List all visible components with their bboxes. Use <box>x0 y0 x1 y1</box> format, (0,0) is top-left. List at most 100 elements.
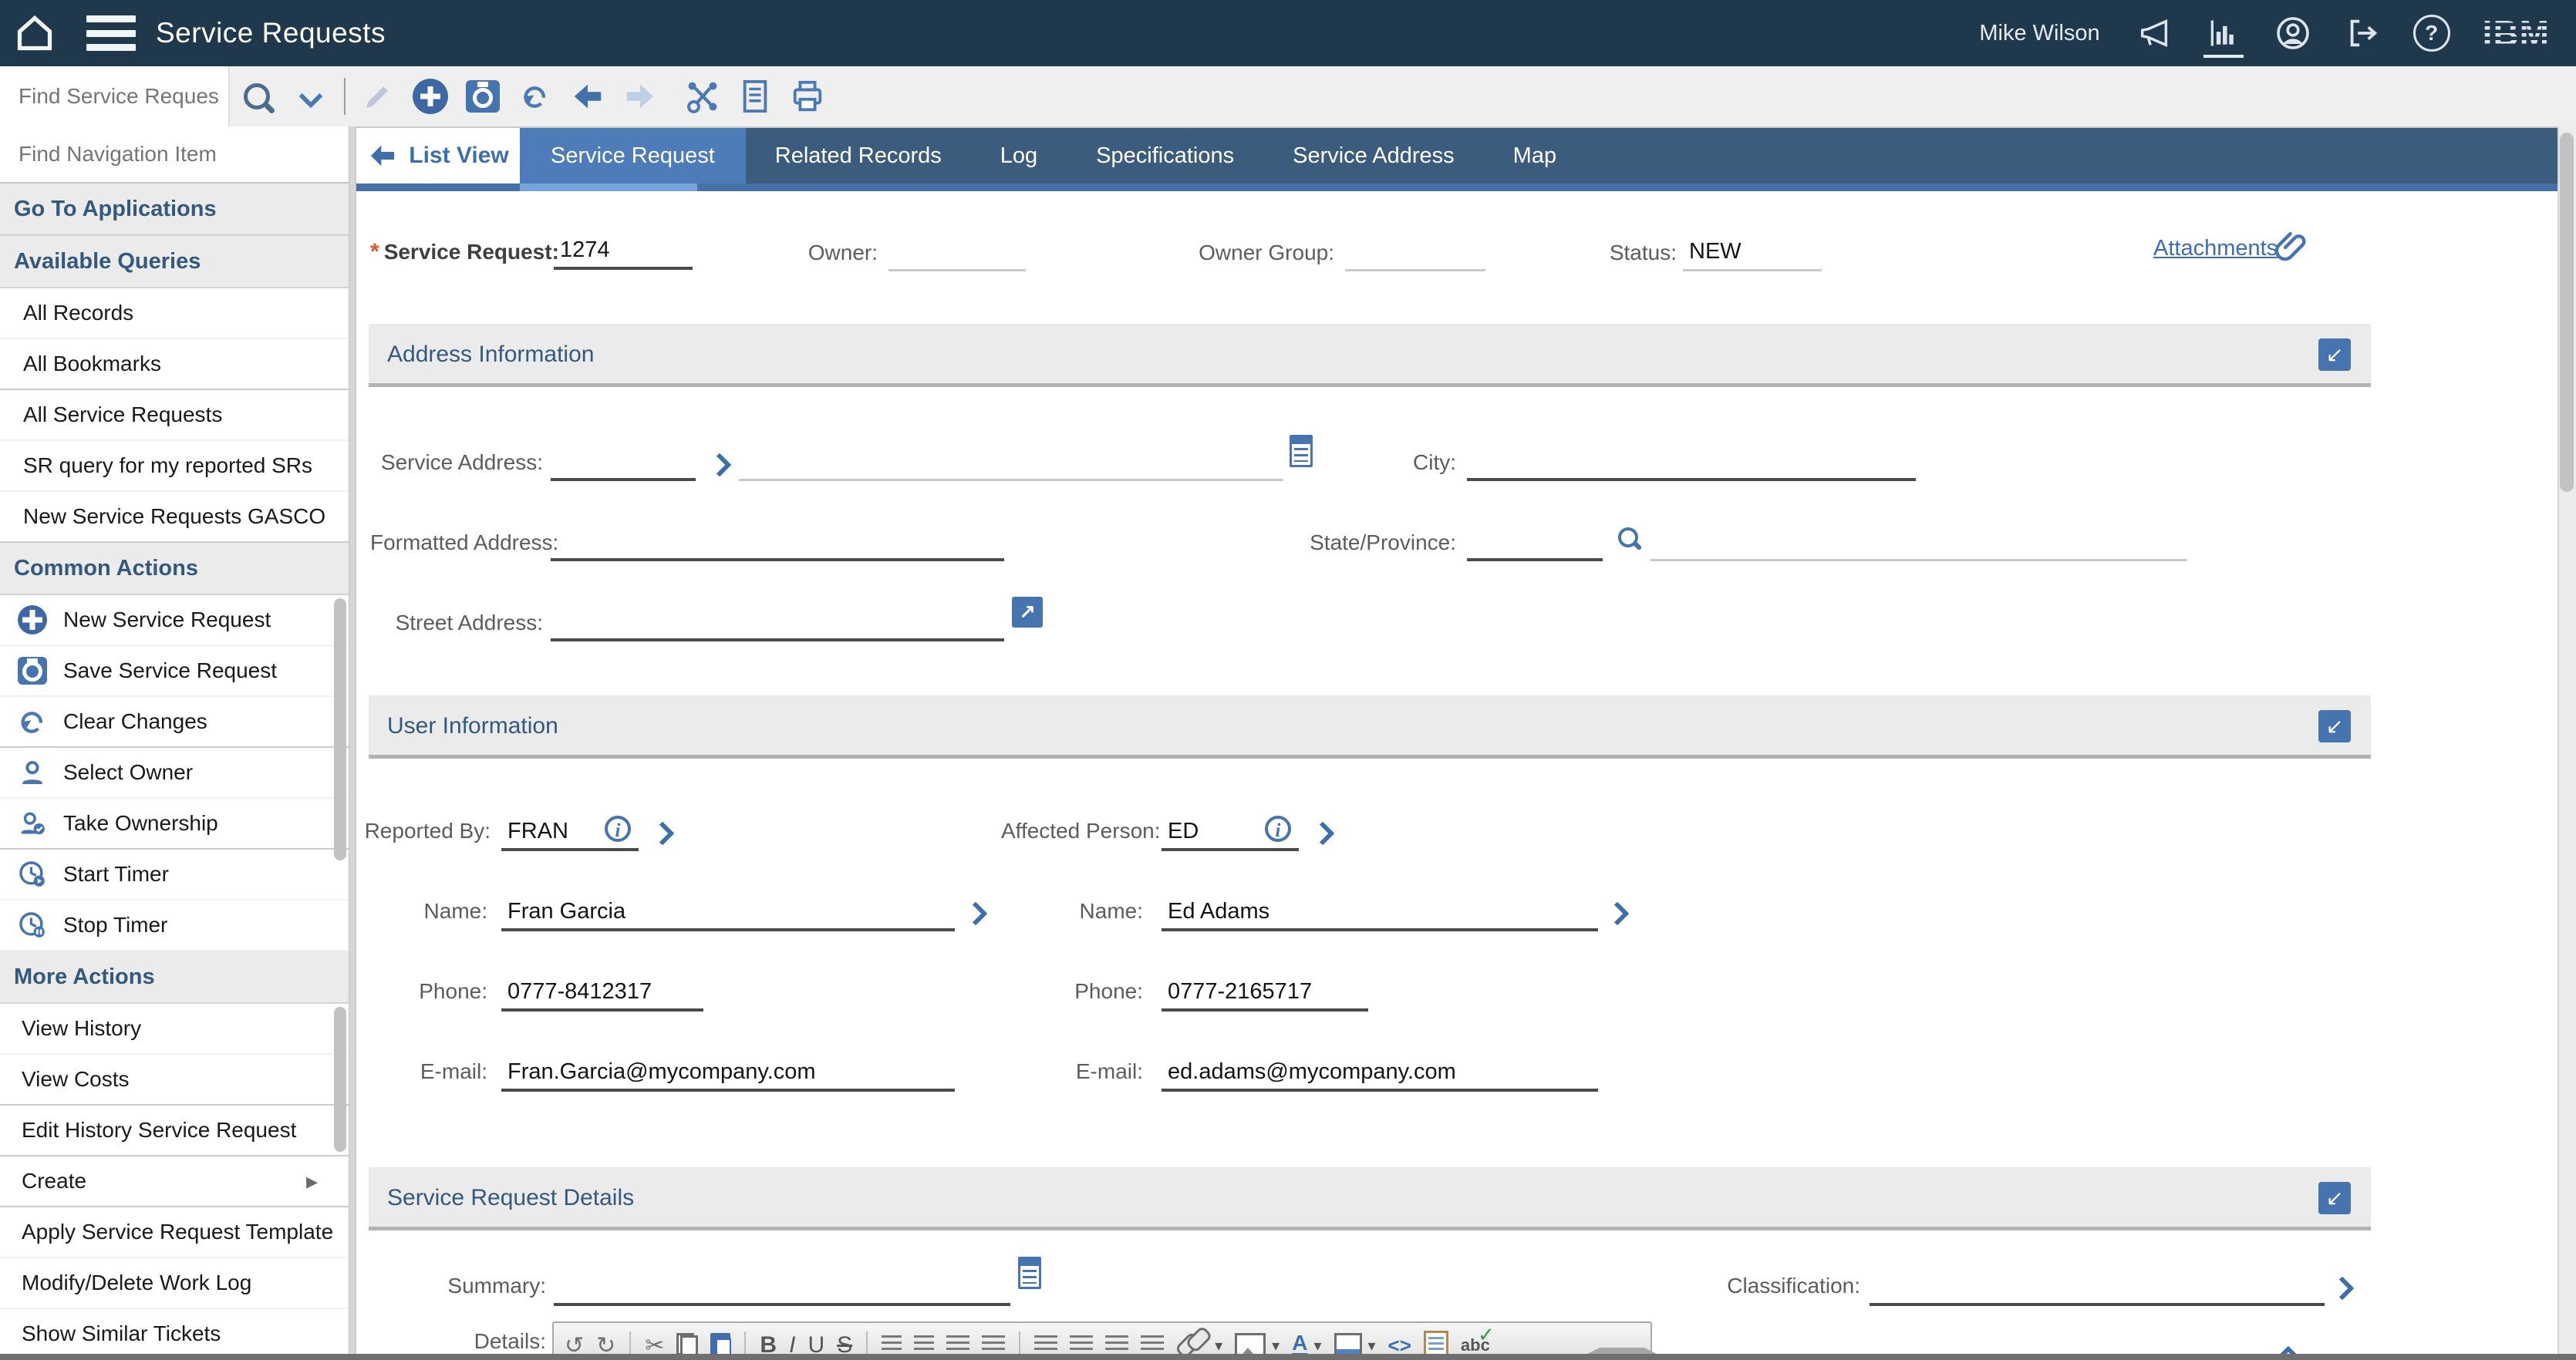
detail-menu-icon[interactable] <box>707 453 732 477</box>
paperclip-icon[interactable] <box>2272 228 2309 269</box>
caret-down-icon[interactable]: ▾ <box>1368 1336 1376 1355</box>
outdent-icon[interactable] <box>982 1335 1006 1355</box>
state-province-description-field[interactable] <box>1650 524 2187 561</box>
tab-map[interactable]: Map <box>1484 128 1586 183</box>
print-button[interactable] <box>785 74 830 119</box>
caret-down-icon[interactable]: ▾ <box>1215 1336 1222 1355</box>
service-request-field[interactable]: 1274 <box>554 230 693 270</box>
action-save-service-request[interactable]: Save Service Request <box>0 646 349 697</box>
menu-icon[interactable] <box>86 15 136 51</box>
profile-icon[interactable] <box>2274 15 2311 52</box>
sidebar-section-go-to[interactable]: Go To Applications <box>0 183 349 236</box>
action-edit-history[interactable]: Edit History Service Request <box>0 1106 349 1156</box>
action-select-owner[interactable]: Select Owner <box>0 748 349 799</box>
action-view-costs[interactable]: View Costs <box>0 1055 349 1106</box>
attachments-link[interactable]: Attachments <box>2153 236 2278 261</box>
reported-name-field[interactable]: Fran Garcia <box>501 891 955 931</box>
caret-down-icon[interactable]: ▾ <box>1313 1336 1321 1355</box>
query-item-all-bookmarks[interactable]: All Bookmarks <box>0 339 349 390</box>
sidebar-section-available-queries[interactable]: Available Queries <box>0 236 349 288</box>
action-apply-sr-template[interactable]: Apply Service Request Template <box>0 1207 349 1258</box>
align-right-icon[interactable] <box>1105 1335 1129 1355</box>
announcements-icon[interactable] <box>2136 15 2173 52</box>
tab-list-view[interactable]: List View <box>356 128 520 183</box>
action-show-similar-tickets[interactable]: Show Similar Tickets <box>0 1309 349 1360</box>
detail-menu-icon[interactable] <box>1310 821 1335 846</box>
query-item-new-sr-gasco[interactable]: New Service Requests GASCO <box>0 492 349 543</box>
reported-phone-field[interactable]: 0777-8412317 <box>501 971 703 1012</box>
find-service-request-input[interactable] <box>17 83 221 109</box>
align-left-icon[interactable] <box>1034 1335 1058 1355</box>
detail-menu-icon[interactable] <box>2330 1276 2355 1301</box>
vertical-scrollbar-thumb[interactable] <box>2560 133 2574 492</box>
state-province-field[interactable] <box>1467 521 1603 561</box>
street-address-field[interactable] <box>551 601 1004 641</box>
align-center-icon[interactable] <box>1070 1335 1094 1355</box>
user-name[interactable]: Mike Wilson <box>1979 21 2099 46</box>
query-item-sr-query[interactable]: SR query for my reported SRs <box>0 441 349 492</box>
new-record-button[interactable] <box>408 74 453 119</box>
action-start-timer[interactable]: Start Timer <box>0 850 349 900</box>
query-item-all-records[interactable]: All Records <box>0 288 349 339</box>
tab-related-records[interactable]: Related Records <box>746 128 971 183</box>
long-description-icon[interactable] <box>1018 1257 1041 1289</box>
tab-service-request[interactable]: Service Request <box>520 128 746 183</box>
search-options-button[interactable] <box>284 66 338 126</box>
detail-menu-icon[interactable] <box>1605 901 1630 926</box>
logout-icon[interactable] <box>2344 15 2381 52</box>
city-field[interactable] <box>1467 441 1916 481</box>
reported-email-field[interactable]: Fran.Garcia@mycompany.com <box>501 1052 955 1092</box>
reports-button[interactable] <box>733 74 777 119</box>
action-take-ownership[interactable]: Take Ownership <box>0 799 349 850</box>
find-navigation-input[interactable] <box>17 141 313 167</box>
owner-group-field[interactable] <box>1345 234 1485 271</box>
tab-service-address[interactable]: Service Address <box>1263 128 1484 183</box>
change-status-button[interactable] <box>680 74 725 119</box>
info-icon[interactable]: i <box>605 816 631 842</box>
help-icon[interactable]: ? <box>2412 15 2450 52</box>
affected-phone-field[interactable]: 0777-2165717 <box>1162 971 1368 1012</box>
clear-changes-button[interactable] <box>513 74 558 119</box>
action-stop-timer[interactable]: Stop Timer <box>0 900 349 951</box>
tab-specifications[interactable]: Specifications <box>1067 128 1263 183</box>
go-to-map-icon[interactable]: ↗ <box>1012 597 1043 628</box>
previous-record-button[interactable] <box>565 74 610 119</box>
collapse-section-icon[interactable]: ↙ <box>2318 338 2351 371</box>
action-create[interactable]: Create ▸ <box>0 1156 349 1207</box>
sidebar-section-more-actions[interactable]: More Actions <box>0 951 349 1004</box>
owner-field[interactable] <box>888 234 1026 271</box>
action-clear-changes[interactable]: Clear Changes <box>0 697 349 748</box>
long-description-icon[interactable] <box>1290 435 1313 467</box>
formatted-address-field[interactable] <box>551 521 1004 561</box>
detail-menu-icon[interactable] <box>963 901 988 926</box>
action-modify-delete-work-log[interactable]: Modify/Delete Work Log <box>0 1258 349 1309</box>
sidebar-scrollbar-thumb-2[interactable] <box>334 1007 346 1152</box>
save-button[interactable] <box>460 74 505 119</box>
find-service-request-box[interactable] <box>0 66 230 126</box>
service-address-description-field[interactable] <box>739 444 1283 481</box>
action-new-service-request[interactable]: New Service Request <box>0 595 349 646</box>
collapse-section-icon[interactable]: ↙ <box>2318 710 2351 742</box>
service-address-field[interactable] <box>551 441 696 481</box>
justify-icon[interactable] <box>1141 1335 1165 1355</box>
find-navigation-box[interactable] <box>0 126 349 183</box>
info-icon[interactable]: i <box>1265 816 1291 842</box>
next-record-button[interactable] <box>618 74 663 119</box>
edit-button[interactable] <box>356 74 400 119</box>
reports-chart-icon[interactable] <box>2203 15 2244 58</box>
sidebar-section-common-actions[interactable]: Common Actions <box>0 543 349 595</box>
affected-email-field[interactable]: ed.adams@mycompany.com <box>1162 1052 1598 1092</box>
caret-down-icon[interactable]: ▾ <box>1272 1336 1280 1355</box>
classification-field[interactable] <box>1870 1266 2325 1306</box>
affected-name-field[interactable]: Ed Adams <box>1162 891 1598 931</box>
summary-field[interactable] <box>554 1266 1010 1306</box>
home-icon[interactable] <box>12 11 57 56</box>
bullet-list-icon[interactable] <box>914 1335 935 1355</box>
search-button[interactable] <box>230 66 284 126</box>
tab-log[interactable]: Log <box>971 128 1067 183</box>
detail-menu-icon[interactable] <box>650 821 675 846</box>
collapse-section-icon[interactable]: ↙ <box>2318 1182 2351 1214</box>
select-value-icon[interactable] <box>1618 527 1638 547</box>
numbered-list-icon[interactable] <box>882 1335 902 1355</box>
spell-check-icon[interactable]: abc ✓ <box>1461 1323 1495 1355</box>
